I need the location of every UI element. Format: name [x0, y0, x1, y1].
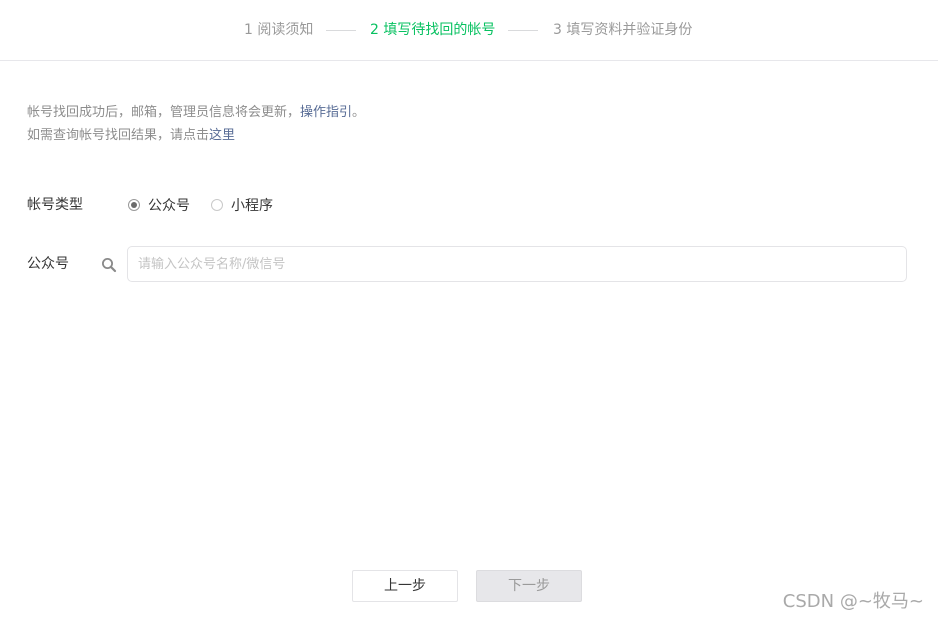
- step-3: 3 填写资料并验证身份: [553, 22, 693, 38]
- next-step-button[interactable]: 下一步: [476, 570, 582, 602]
- step-divider: [326, 30, 356, 31]
- notice-period: 。: [352, 105, 366, 120]
- radio-official-account[interactable]: 公众号: [128, 195, 190, 215]
- radio-checked-icon: [128, 199, 140, 211]
- operation-guide-link[interactable]: 操作指引: [300, 105, 352, 120]
- notice-text: 如需查询帐号找回结果，请点击: [27, 128, 210, 143]
- notice-line-2: 如需查询帐号找回结果，请点击这里: [27, 126, 235, 146]
- query-result-link[interactable]: 这里: [209, 128, 235, 143]
- radio-mini-program[interactable]: 小程序: [211, 195, 273, 215]
- radio-unchecked-icon: [211, 199, 223, 211]
- step-divider: [508, 30, 538, 31]
- step-2: 2 填写待找回的帐号: [370, 22, 496, 38]
- search-icon: [101, 257, 117, 273]
- account-type-label: 帐号类型: [27, 197, 83, 213]
- notice-line-1: 帐号找回成功后，邮箱，管理员信息将会更新，操作指引。: [27, 103, 365, 123]
- account-search-input[interactable]: [127, 246, 907, 282]
- radio-label: 公众号: [148, 198, 190, 214]
- notice-text: 帐号找回成功后，邮箱，管理员信息将会更新，: [27, 105, 301, 120]
- radio-label: 小程序: [231, 198, 273, 214]
- watermark: CSDN @~牧马~: [782, 591, 924, 612]
- prev-step-button[interactable]: 上一步: [352, 570, 458, 602]
- account-field-label: 公众号: [27, 256, 69, 272]
- step-indicator: 1 阅读须知 2 填写待找回的帐号 3 填写资料并验证身份: [0, 0, 938, 61]
- step-1: 1 阅读须知: [244, 22, 314, 38]
